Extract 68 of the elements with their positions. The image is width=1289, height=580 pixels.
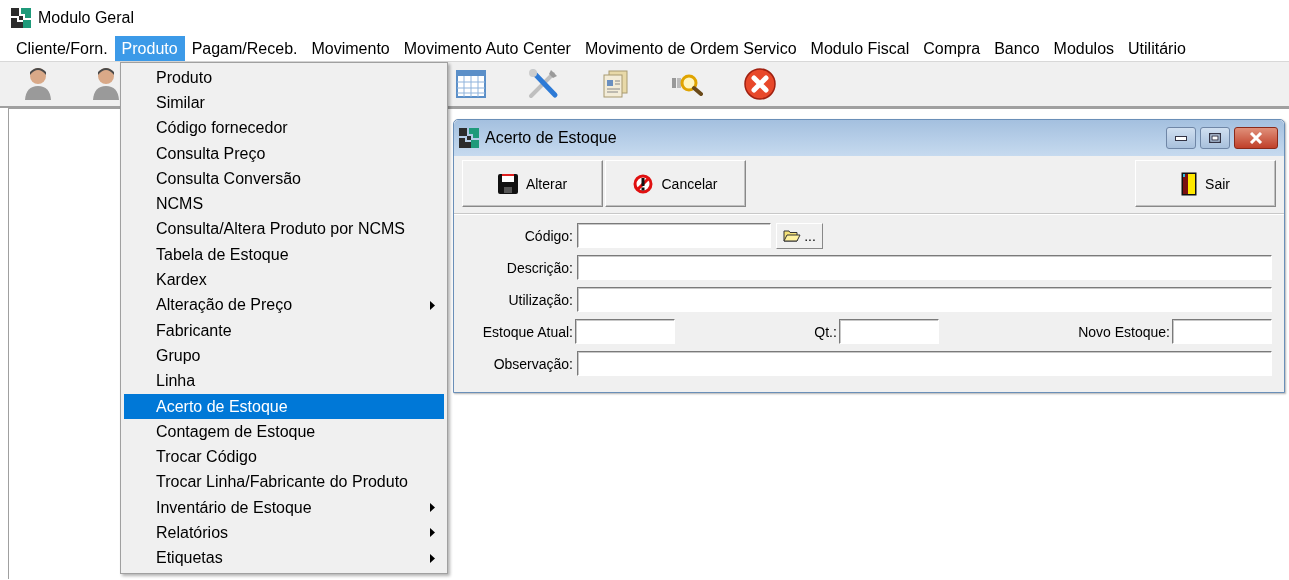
field-label: Estoque Atual: — [481, 323, 573, 340]
input-field[interactable] — [577, 255, 1272, 280]
documents-icon[interactable] — [600, 69, 630, 99]
menu-item[interactable]: Código fornecedor — [124, 115, 444, 141]
field-label: Observação: — [492, 355, 573, 372]
close-icon — [1249, 132, 1263, 144]
field-label: Qt.: — [814, 323, 837, 340]
person-icon[interactable] — [92, 67, 120, 101]
minimize-icon — [1175, 135, 1187, 141]
menu-item[interactable]: Cliente/Forn. — [9, 36, 115, 61]
menu-item[interactable]: Relatórios — [124, 520, 444, 546]
person-icon[interactable] — [24, 67, 52, 101]
menu-item[interactable]: Produto — [124, 65, 444, 91]
exit-button[interactable]: Sair — [1135, 160, 1276, 207]
input-field[interactable] — [575, 319, 675, 344]
window-title: Acerto de Estoque — [485, 129, 618, 147]
field-label: Novo Estoque: — [1078, 323, 1170, 340]
field-label: Código: — [523, 227, 573, 244]
menu-item[interactable]: Tabela de Estoque — [124, 242, 444, 268]
minimize-button[interactable] — [1166, 127, 1196, 149]
save-button[interactable]: Alterar — [462, 160, 603, 207]
menu-item[interactable]: Trocar Linha/Fabricante do Produto — [124, 469, 444, 496]
menu-item[interactable]: Consulta Conversão — [124, 166, 444, 192]
input-field[interactable] — [838, 319, 939, 344]
menu-item[interactable]: Fabricante — [124, 317, 444, 344]
menu-item[interactable]: Consulta/Altera Produto por NCMS — [124, 216, 444, 243]
menu-item[interactable]: Etiquetas — [124, 545, 444, 571]
menu-item[interactable]: Movimento — [304, 36, 397, 61]
input-field[interactable] — [577, 351, 1272, 376]
search-icon[interactable] — [671, 72, 703, 96]
menu-item[interactable]: Movimento de Ordem Servico — [577, 36, 804, 61]
menu-item[interactable]: Utilitário — [1121, 36, 1193, 61]
menu-item[interactable]: Compra — [916, 36, 988, 61]
menu-item[interactable]: Linha — [124, 368, 444, 394]
menu-item[interactable]: Kardex — [124, 267, 444, 293]
folder-icon — [783, 229, 802, 242]
maximize-button[interactable] — [1200, 127, 1230, 149]
input-field[interactable] — [577, 223, 771, 248]
input-field[interactable] — [1172, 319, 1272, 344]
field-label: Utilização: — [507, 291, 573, 308]
menu-item[interactable]: Similar — [124, 90, 444, 116]
app-title: Modulo Geral — [38, 9, 135, 27]
close-icon[interactable] — [744, 68, 776, 100]
menu-item[interactable]: Acerto de Estoque — [124, 393, 444, 420]
door-icon — [1181, 171, 1198, 196]
menu-item[interactable]: Consulta Preço — [124, 140, 444, 167]
cancel-button[interactable]: Cancelar — [605, 160, 746, 207]
app-logo-icon — [11, 8, 31, 28]
menu-item[interactable]: NCMS — [124, 191, 444, 217]
menu-item[interactable]: Modulos — [1046, 36, 1122, 61]
menu-item[interactable]: Trocar Código — [124, 444, 444, 470]
browse-button[interactable]: ... — [776, 222, 823, 249]
table-icon[interactable] — [456, 70, 486, 98]
menu-item[interactable]: Banco — [987, 36, 1047, 61]
maximize-icon — [1209, 133, 1221, 143]
menu-item[interactable]: Modulo Fiscal — [803, 36, 917, 61]
menu-item[interactable]: Grupo — [124, 343, 444, 369]
menu-item[interactable]: Inventário de Estoque — [124, 495, 444, 521]
prohibited-icon — [633, 173, 654, 194]
menu-item[interactable]: Contagem de Estoque — [124, 419, 444, 445]
tools-icon[interactable] — [527, 68, 559, 100]
menu-item[interactable]: Alteração de Preço — [124, 292, 444, 318]
app-logo-icon — [459, 128, 479, 148]
close-button[interactable] — [1234, 127, 1278, 149]
menu-item[interactable]: Movimento Auto Center — [396, 36, 578, 61]
input-field[interactable] — [577, 287, 1272, 312]
field-label: Descrição: — [505, 259, 573, 276]
menu-item[interactable]: Pagam/Receb. — [184, 36, 305, 61]
